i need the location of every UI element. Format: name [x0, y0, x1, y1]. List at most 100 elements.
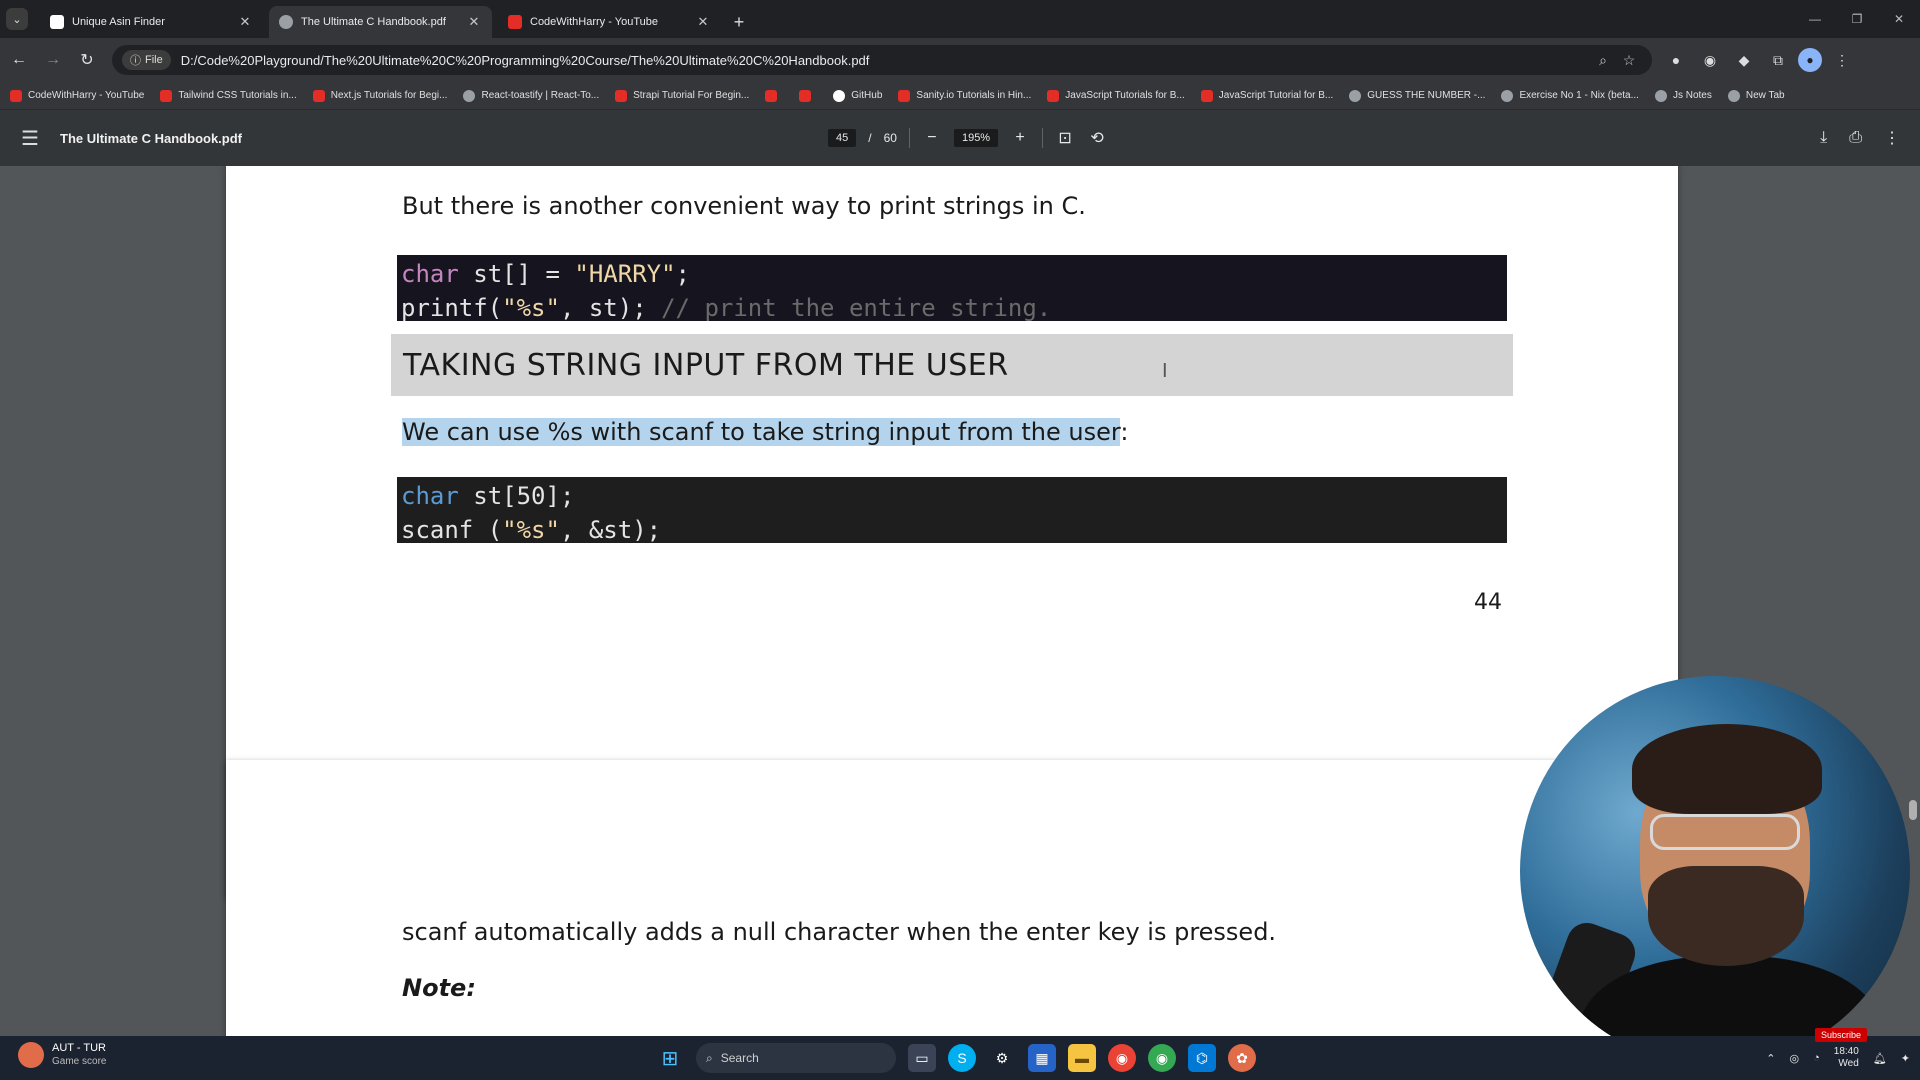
tab-codewithharry-youtube[interactable]: CodeWithHarry - YouTube ✕	[498, 6, 721, 38]
vscode-icon[interactable]: ⌬	[1188, 1044, 1216, 1072]
bookmark-item[interactable]: JavaScript Tutorial for B...	[1200, 89, 1334, 102]
back-icon[interactable]: ←	[4, 45, 34, 75]
code-string: "%s"	[502, 294, 560, 322]
youtube-icon	[765, 89, 778, 102]
code-text: ;	[675, 260, 690, 288]
page-number: 44	[1474, 590, 1502, 615]
reload-icon[interactable]: ↻	[72, 45, 102, 75]
extension-icon[interactable]: ◉	[1696, 46, 1724, 74]
bookmark-item[interactable]: CodeWithHarry - YouTube	[10, 89, 145, 102]
divider	[908, 128, 910, 148]
skype-icon[interactable]: S	[948, 1044, 976, 1072]
print-icon[interactable]: ⎙	[1849, 129, 1862, 147]
widget-title: AUT - TUR	[52, 1042, 106, 1054]
fit-to-page-icon[interactable]: ⊡	[1055, 128, 1075, 148]
bookmark-item[interactable]: Sanity.io Tutorials in Hin...	[898, 89, 1031, 102]
bookmark-item[interactable]	[765, 89, 783, 102]
zoom-icon[interactable]: ⌕	[1590, 52, 1616, 69]
pdf-document-title: The Ultimate C Handbook.pdf	[60, 130, 242, 146]
pdf-actions: ⤓ ⎙ ⋮	[1820, 110, 1900, 166]
bookmark-item[interactable]: JavaScript Tutorials for B...	[1047, 89, 1185, 102]
zoom-out-button[interactable]: −	[922, 129, 942, 147]
clock[interactable]: 18:40 Wed	[1834, 1046, 1859, 1070]
bookmark-item[interactable]: GitHub	[833, 89, 883, 102]
bookmark-item[interactable]: Tailwind CSS Tutorials in...	[160, 89, 297, 102]
calendar-icon[interactable]: ▦	[1028, 1044, 1056, 1072]
close-window-icon[interactable]: ✕	[1878, 0, 1920, 38]
page-number-input[interactable]: 45	[828, 129, 857, 147]
restore-icon[interactable]: ❐	[1836, 0, 1878, 38]
zoom-level-input[interactable]: 195%	[953, 129, 999, 147]
tray-app-icon[interactable]: ◎	[1790, 1052, 1800, 1065]
bookmark-item[interactable]: Exercise No 1 - Nix (beta...	[1501, 89, 1639, 102]
profile-avatar[interactable]: ●	[1798, 48, 1822, 72]
code-line: char st[50];	[401, 479, 1503, 513]
minimize-icon[interactable]: —	[1794, 0, 1836, 38]
webcam-overlay	[1520, 676, 1910, 1066]
tab-unique-asin-finder[interactable]: Unique Asin Finder ✕	[40, 6, 263, 38]
extension-icon[interactable]: ●	[1662, 46, 1690, 74]
bookmark-item[interactable]: Next.js Tutorials for Begi...	[312, 89, 447, 102]
bookmark-item[interactable]: React-toastify | React-To...	[463, 89, 599, 102]
browser-toolbar: ← → ↻ ⓘ File D:/Code%20Playground/The%20…	[0, 38, 1920, 82]
extensions-puzzle-icon[interactable]: ⧉	[1764, 46, 1792, 74]
scrollbar-thumb[interactable]	[1909, 800, 1917, 820]
wifi-icon[interactable]: ◔	[1813, 1052, 1820, 1064]
bookmark-item[interactable]: New Tab	[1727, 89, 1785, 102]
bookmark-label: JavaScript Tutorial for B...	[1218, 90, 1334, 101]
close-icon[interactable]: ✕	[466, 14, 482, 30]
forward-icon[interactable]: →	[38, 45, 68, 75]
globe-icon	[1727, 89, 1740, 102]
task-view-icon[interactable]: ▭	[908, 1044, 936, 1072]
presenter-beard	[1648, 866, 1804, 966]
youtube-icon	[160, 89, 173, 102]
settings-icon[interactable]: ⚙	[988, 1044, 1016, 1072]
taskbar-search[interactable]: ⌕ Search	[696, 1043, 896, 1073]
more-options-icon[interactable]: ⋮	[1884, 128, 1900, 148]
app-icon[interactable]: ✿	[1228, 1044, 1256, 1072]
bookmark-item[interactable]: Js Notes	[1654, 89, 1712, 102]
close-icon[interactable]: ✕	[237, 14, 253, 30]
pdf-sidebar-menu-icon[interactable]: ☰	[0, 126, 60, 151]
extension-icon[interactable]: ◆	[1730, 46, 1758, 74]
total-pages: 60	[883, 131, 897, 145]
bookmark-label: CodeWithHarry - YouTube	[28, 90, 145, 101]
tab-ultimate-c-handbook[interactable]: The Ultimate C Handbook.pdf ✕	[269, 6, 492, 38]
pdf-scrollbar[interactable]	[1906, 166, 1920, 1036]
rotate-icon[interactable]: ⟲	[1087, 128, 1107, 148]
address-bar[interactable]: ⓘ File D:/Code%20Playground/The%20Ultima…	[112, 45, 1652, 75]
zoom-in-button[interactable]: +	[1010, 129, 1030, 147]
bookmark-label: Strapi Tutorial For Begin...	[633, 90, 750, 101]
code-string: "%s"	[502, 516, 560, 544]
bookmark-item[interactable]: Strapi Tutorial For Begin...	[615, 89, 750, 102]
file-explorer-icon[interactable]: ▬	[1068, 1044, 1096, 1072]
paragraph: But there is another convenient way to p…	[402, 192, 1086, 220]
weather-widget[interactable]: AUT - TUR Game score	[18, 1042, 106, 1068]
close-icon[interactable]: ✕	[695, 14, 711, 30]
code-block-scanf: char st[50]; scanf ("%s", &st);	[397, 477, 1507, 544]
pdf-page-controls: 45 / 60 − 195% + ⊡ ⟲	[828, 110, 1107, 166]
new-tab-button[interactable]: +	[725, 6, 753, 38]
notification-bell-icon[interactable]: 🔔︎	[1873, 1052, 1887, 1065]
youtube-icon	[10, 89, 22, 102]
bookmark-item[interactable]	[799, 89, 817, 102]
bookmark-star-icon[interactable]: ☆	[1616, 52, 1642, 69]
bookmark-label: GitHub	[851, 90, 883, 101]
bookmark-item[interactable]: GUESS THE NUMBER -...	[1349, 89, 1485, 102]
paragraph-selected[interactable]: We can use %s with scanf to take string …	[402, 418, 1128, 446]
paragraph: scanf automatically adds a null characte…	[402, 918, 1277, 946]
presenter-glasses	[1650, 814, 1800, 850]
copilot-icon[interactable]: ✦	[1901, 1052, 1910, 1065]
browser-menu-icon[interactable]: ⋮	[1828, 46, 1856, 74]
site-info-chip[interactable]: ⓘ File	[122, 50, 171, 70]
chrome-icon[interactable]: ◉	[1148, 1044, 1176, 1072]
tab-title: Unique Asin Finder	[72, 16, 165, 28]
windows-start-icon[interactable]: ⊞	[656, 1044, 684, 1072]
code-text: st[50];	[458, 482, 575, 510]
chrome-icon[interactable]: ◉	[1108, 1044, 1136, 1072]
tab-search-button[interactable]: ⌄	[0, 0, 34, 38]
code-keyword: char	[401, 482, 459, 510]
chevron-up-icon[interactable]: ⌃	[1766, 1052, 1775, 1065]
download-icon[interactable]: ⤓	[1820, 129, 1827, 147]
address-url[interactable]: D:/Code%20Playground/The%20Ultimate%20C%…	[181, 53, 1590, 68]
